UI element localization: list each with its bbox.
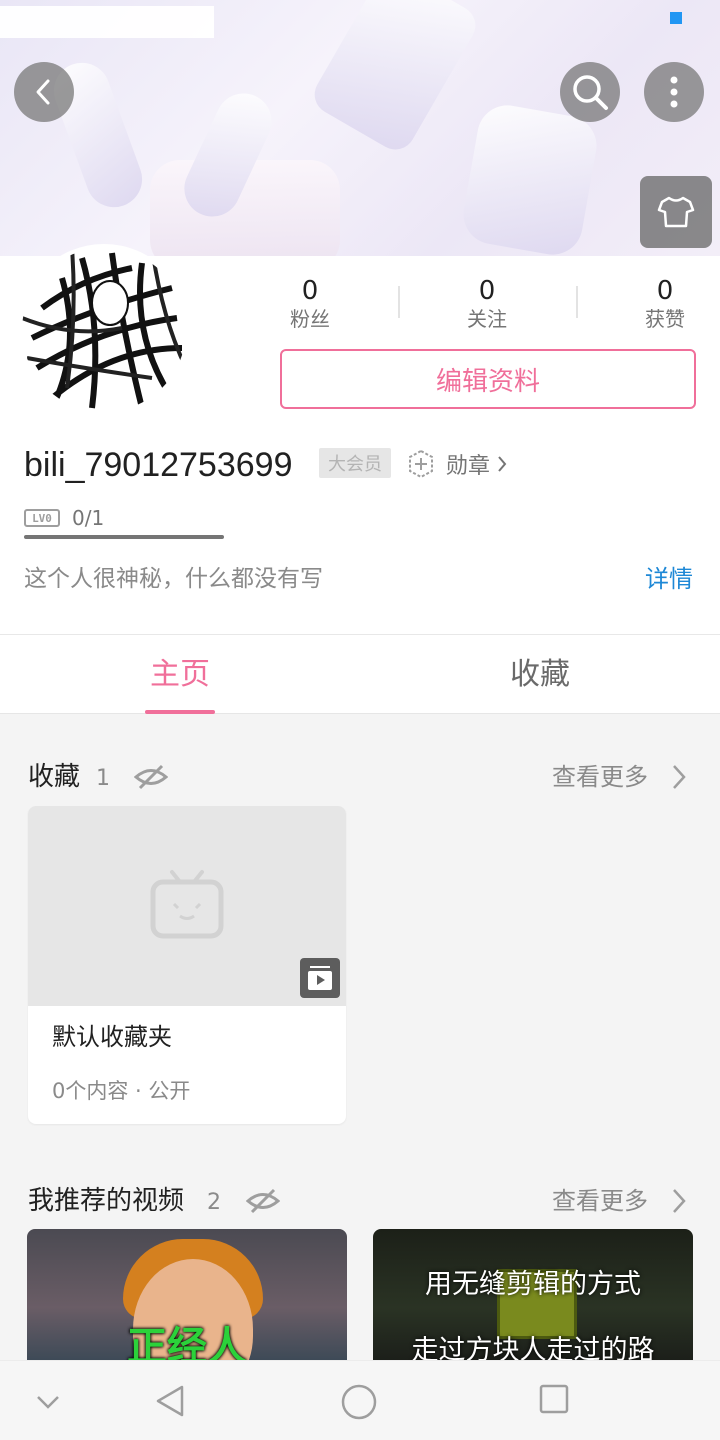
likes-label: 获赞 (645, 307, 685, 331)
nav-back-icon[interactable] (152, 1383, 188, 1419)
banner-decoration (458, 100, 602, 256)
chevron-right-icon (673, 765, 686, 789)
more-vertical-icon (670, 76, 678, 108)
medal-link[interactable]: 勋章 (406, 448, 508, 480)
system-nav-bar (0, 1360, 720, 1440)
following-label: 关注 (467, 307, 507, 331)
avatar-image (22, 248, 186, 412)
fans-label: 粉丝 (290, 307, 330, 331)
search-button[interactable] (560, 62, 620, 122)
banner-decoration (307, 0, 483, 157)
recommended-count: 2 (207, 1190, 221, 1215)
video-caption: 用无缝剪辑的方式 (425, 1269, 641, 1300)
eye-hidden-icon[interactable] (246, 1186, 280, 1216)
status-bar-mask (0, 6, 214, 38)
stat-divider (398, 286, 400, 318)
back-button[interactable] (14, 62, 74, 122)
medal-label: 勋章 (446, 454, 491, 479)
nav-recents-icon[interactable] (538, 1383, 570, 1415)
chevron-right-icon (673, 1189, 686, 1213)
recommended-more-link[interactable]: 查看更多 (552, 1184, 648, 1218)
likes-count: 0 (656, 276, 674, 306)
recommended-title: 我推荐的视频 (28, 1186, 185, 1216)
tab-home[interactable]: 主页 (120, 655, 240, 695)
folder-cover (28, 806, 346, 1006)
nav-home-icon[interactable] (340, 1383, 378, 1421)
avatar[interactable] (18, 244, 190, 416)
favorite-folder-card[interactable]: 默认收藏夹 0个内容 · 公开 (28, 806, 346, 1124)
video-caption: 走过方块人走过的路 (411, 1335, 655, 1360)
favorites-section-header: 收藏 1 查看更多 (0, 752, 720, 802)
bilibili-tv-icon (150, 870, 224, 939)
signature: 这个人很神秘，什么都没有写 (24, 566, 323, 592)
video-caption: 正经人 (127, 1324, 247, 1360)
more-button[interactable] (644, 62, 704, 122)
likes-stat[interactable]: 0 获赞 (615, 276, 715, 332)
edit-profile-button[interactable]: 编辑资料 (280, 349, 696, 409)
folder-name: 默认收藏夹 (52, 1023, 172, 1051)
level-info[interactable]: LV0 0/1 (24, 506, 104, 530)
dress-up-button[interactable] (640, 176, 712, 248)
following-stat[interactable]: 0 关注 (437, 276, 537, 332)
video-card[interactable]: 用无缝剪辑的方式 走过方块人走过的路 (373, 1229, 693, 1360)
favorites-count: 1 (96, 766, 110, 791)
level-badge: LV0 (24, 509, 60, 527)
playlist-icon (300, 958, 340, 998)
profile-banner (0, 0, 720, 256)
search-icon (573, 75, 608, 110)
tab-indicator (145, 710, 215, 714)
tshirt-icon (657, 196, 695, 228)
favorites-title: 收藏 (28, 762, 81, 792)
stat-divider (576, 286, 578, 318)
fans-count: 0 (301, 276, 319, 306)
chevron-left-icon (36, 79, 50, 105)
following-count: 0 (478, 276, 496, 306)
vip-badge[interactable]: 大会员 (319, 448, 391, 478)
recommended-section-header: 我推荐的视频 2 查看更多 (0, 1176, 720, 1226)
level-progress-bar (24, 535, 224, 539)
favorites-more-link[interactable]: 查看更多 (552, 760, 648, 794)
fans-stat[interactable]: 0 粉丝 (260, 276, 360, 332)
eye-hidden-icon[interactable] (134, 762, 168, 792)
detail-link[interactable]: 详情 (645, 562, 693, 596)
profile-tabs: 主页 收藏 (0, 634, 720, 714)
level-progress: 0/1 (72, 506, 105, 530)
medal-add-icon (409, 449, 433, 479)
chevron-right-icon (498, 456, 507, 472)
username: bili_79012753699 (24, 446, 293, 484)
folder-meta: 0个内容 · 公开 (52, 1079, 191, 1103)
chevron-down-icon[interactable] (34, 1389, 62, 1413)
video-card[interactable]: 正经人 (27, 1229, 347, 1360)
profile-stats: 0 粉丝 0 关注 0 获赞 (220, 276, 720, 336)
tab-favorites[interactable]: 收藏 (480, 655, 600, 695)
status-indicator (670, 12, 682, 24)
